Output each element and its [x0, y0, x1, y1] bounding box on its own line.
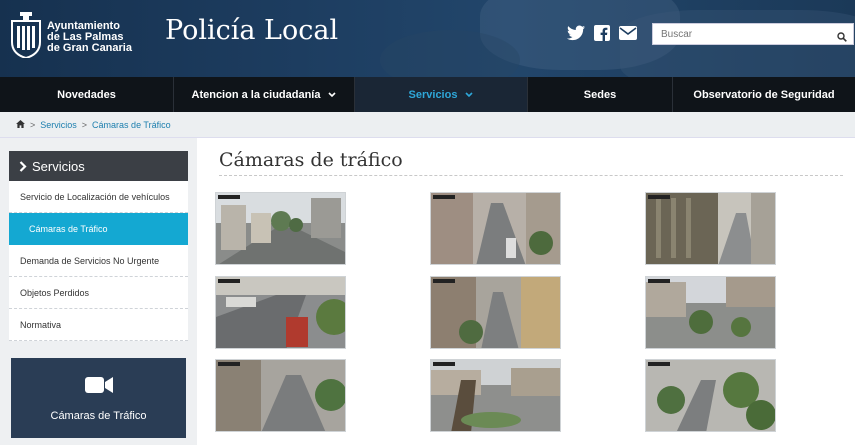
sidebar-item-normativa[interactable]: Normativa: [9, 309, 188, 341]
chevron-down-icon: [465, 89, 474, 101]
camera-thumbnail-4[interactable]: [215, 276, 346, 349]
breadcrumb-link-camaras[interactable]: Cámaras de Tráfico: [92, 120, 171, 130]
nav-item-label: Novedades: [57, 88, 116, 101]
camera-thumbnail-8[interactable]: [430, 359, 561, 432]
camaras-card-button[interactable]: Cámaras de Tráfico: [11, 358, 186, 438]
sidebar-menu: Servicio de Localización de vehículos Cá…: [9, 181, 188, 341]
site-title[interactable]: Policía Local: [165, 15, 338, 46]
nav-item-label: Servicios: [408, 88, 458, 101]
breadcrumb: > Servicios > Cámaras de Tráfico: [0, 112, 855, 138]
camera-thumbnail-2[interactable]: [430, 192, 561, 265]
page-title: Cámaras de tráfico: [219, 149, 403, 171]
nav-item-label: Observatorio de Seguridad: [693, 88, 835, 101]
home-icon[interactable]: [16, 119, 25, 130]
sidebar-item-localizacion[interactable]: Servicio de Localización de vehículos: [9, 181, 188, 213]
search-box: [652, 23, 854, 45]
chevron-right-icon: [19, 160, 27, 172]
nav-item-servicios[interactable]: Servicios: [355, 77, 528, 112]
nav-item-label: Atencion a la ciudadanía: [191, 88, 321, 101]
sidebar-title: Servicios: [32, 158, 85, 174]
sidebar-item-objetos[interactable]: Objetos Perdidos: [9, 277, 188, 309]
nav-item-atencion[interactable]: Atencion a la ciudadanía: [174, 77, 355, 112]
organization-name: Ayuntamiento de Las Palmas de Gran Canar…: [47, 21, 147, 54]
camera-thumbnail-3[interactable]: [645, 192, 776, 265]
twitter-icon[interactable]: [567, 25, 585, 41]
camera-thumbnail-6[interactable]: [645, 276, 776, 349]
org-line-3: de Gran Canaria: [47, 42, 132, 54]
camera-thumbnail-5[interactable]: [430, 276, 561, 349]
camera-thumbnail-9[interactable]: [645, 359, 776, 432]
search-icon[interactable]: [837, 29, 847, 47]
camera-thumbnail-1[interactable]: [215, 192, 346, 265]
email-icon[interactable]: [619, 25, 637, 41]
search-input[interactable]: [653, 24, 833, 44]
sidebar-header: Servicios: [9, 151, 188, 181]
camera-thumbnail-7[interactable]: [215, 359, 346, 432]
nav-item-label: Sedes: [583, 88, 617, 101]
facebook-icon[interactable]: [594, 25, 610, 41]
site-header: Ayuntamiento de Las Palmas de Gran Canar…: [0, 0, 855, 77]
sidebar-item-camaras[interactable]: Cámaras de Tráfico: [9, 213, 188, 245]
chevron-down-icon: [328, 89, 337, 101]
nav-item-novedades[interactable]: Novedades: [0, 77, 174, 112]
sidebar-item-demanda[interactable]: Demanda de Servicios No Urgente: [9, 245, 188, 277]
title-divider: [219, 175, 843, 176]
city-crest-logo[interactable]: [10, 12, 42, 60]
breadcrumb-link-servicios[interactable]: Servicios: [40, 120, 77, 130]
nav-item-observatorio[interactable]: Observatorio de Seguridad: [673, 77, 855, 112]
video-camera-icon: [84, 375, 113, 400]
camaras-card-label: Cámaras de Tráfico: [50, 409, 147, 422]
main-nav: Novedades Atencion a la ciudadanía Servi…: [0, 77, 855, 112]
nav-item-sedes[interactable]: Sedes: [528, 77, 673, 112]
